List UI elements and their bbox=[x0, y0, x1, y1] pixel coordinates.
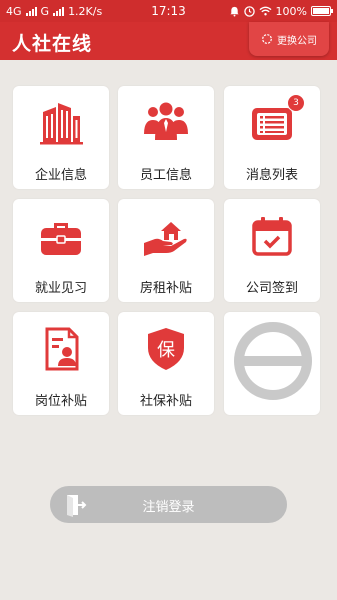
calendar-check-icon bbox=[252, 217, 292, 256]
tile-label: 企业信息 bbox=[34, 168, 87, 183]
tile-label: 社保补贴 bbox=[139, 394, 192, 409]
tile-label: 就业见习 bbox=[34, 281, 87, 296]
tile-label: 消息列表 bbox=[245, 168, 298, 183]
tile-label: 房租补贴 bbox=[139, 281, 192, 296]
refresh-icon bbox=[262, 34, 272, 44]
tile-message-list[interactable]: 3 消息列表 bbox=[224, 86, 320, 189]
tile-post-subsidy[interactable]: 岗位补贴 bbox=[13, 312, 109, 415]
briefcase-icon bbox=[41, 223, 81, 255]
signal-icon-2 bbox=[53, 6, 65, 16]
id-document-icon bbox=[45, 327, 79, 371]
network-speed: 1.2K/s bbox=[68, 4, 103, 18]
tile-rent-subsidy[interactable]: 房租补贴 bbox=[118, 199, 214, 302]
network-type-2: G bbox=[40, 4, 50, 18]
tile-label: 岗位补贴 bbox=[34, 394, 87, 409]
switch-company-label: 更换公司 bbox=[277, 35, 317, 47]
alarm-off-icon bbox=[229, 6, 239, 17]
building-icon bbox=[40, 103, 83, 145]
shield-character: 保 bbox=[157, 340, 175, 361]
tile-internship[interactable]: 就业见习 bbox=[13, 199, 109, 302]
app-title: 人社在线 bbox=[12, 33, 93, 55]
switch-company-button[interactable]: 更换公司 bbox=[249, 22, 329, 56]
logout-button[interactable]: 注销登录 bbox=[50, 486, 287, 523]
status-left: 4G G 1.2K/s bbox=[6, 5, 102, 18]
wifi-icon bbox=[259, 6, 272, 16]
tile-company-signin[interactable]: 公司签到 bbox=[224, 199, 320, 302]
tile-empty-slot bbox=[224, 312, 320, 415]
unread-badge: 3 bbox=[287, 94, 305, 112]
shield-bao-icon: 保 bbox=[148, 328, 184, 370]
status-right: 100% bbox=[229, 4, 333, 18]
battery-percent: 100% bbox=[275, 4, 307, 18]
tile-social-security-subsidy[interactable]: 保 社保补贴 bbox=[118, 312, 214, 415]
tile-company-info[interactable]: 企业信息 bbox=[13, 86, 109, 189]
tile-staff-info[interactable]: 员工信息 bbox=[118, 86, 214, 189]
people-icon bbox=[144, 102, 188, 140]
empty-slot-icon bbox=[234, 322, 312, 400]
clock-icon bbox=[243, 5, 255, 17]
app-header: 人社在线 更换公司 bbox=[0, 22, 337, 60]
battery-icon bbox=[311, 6, 333, 16]
status-bar: 4G G 1.2K/s 17:13 100% bbox=[0, 0, 337, 22]
house-hand-icon bbox=[144, 222, 187, 256]
tile-label: 员工信息 bbox=[139, 168, 192, 183]
network-type-1: 4G bbox=[6, 4, 22, 18]
signal-icon bbox=[25, 6, 37, 16]
logout-label: 注销登录 bbox=[142, 500, 195, 515]
tile-label: 公司签到 bbox=[245, 281, 298, 296]
